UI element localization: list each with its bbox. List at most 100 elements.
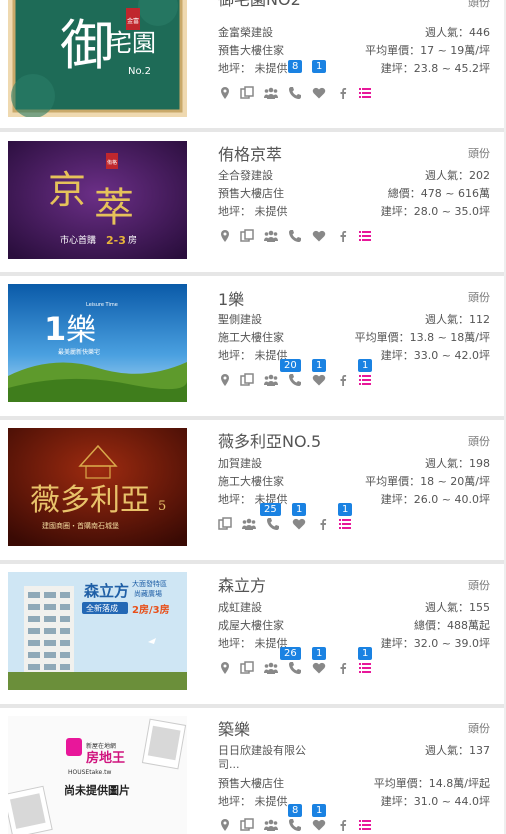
list-icon[interactable]	[358, 373, 372, 387]
seal-text: 金富	[127, 17, 139, 25]
list-icon[interactable]	[358, 229, 372, 243]
favorite-badge: 1	[312, 359, 327, 372]
copy-icon[interactable]	[240, 818, 254, 832]
list-icon[interactable]	[338, 517, 352, 531]
list-badge: 1	[338, 503, 353, 516]
brand-badge: 全新落成	[86, 603, 118, 613]
listing-title[interactable]: 森立方	[218, 572, 266, 596]
facebook-icon[interactable]	[336, 86, 350, 100]
listing-title[interactable]: 侑格京萃	[218, 141, 282, 165]
group-icon[interactable]	[242, 517, 256, 531]
listing-builder-line2: 司...	[218, 758, 240, 771]
listing-card[interactable]: 御 宅園 No.2 金富 御宅園NO2 頭份 金富榮建設 週人氣：446 預售大…	[0, 0, 506, 132]
listing-thumbnail[interactable]: 薇多利亞 5 建國商圈・首購南石城堡	[8, 428, 187, 546]
group-icon[interactable]	[264, 86, 278, 100]
heart-icon[interactable]	[312, 818, 326, 832]
group-icon[interactable]	[264, 661, 278, 675]
list-icon[interactable]	[358, 86, 372, 100]
heart-icon[interactable]	[312, 661, 326, 675]
facebook-icon[interactable]	[336, 373, 350, 387]
listing-card[interactable]: 新屋在地網 房地王 HOUSEtake.tw 尚未提供圖片 築樂 頭份 日日欣建…	[0, 708, 506, 834]
phone-icon[interactable]	[288, 86, 302, 100]
phone-icon[interactable]	[266, 517, 280, 531]
copy-icon[interactable]	[240, 373, 254, 387]
listing-price: 平均單價：14.8萬/坪起	[373, 777, 490, 790]
list-badge: 1	[358, 359, 373, 372]
copy-icon[interactable]	[218, 517, 232, 531]
listing-type: 施工大樓住家	[218, 475, 284, 488]
favorite-badge: 1	[292, 503, 307, 516]
listing-title[interactable]: 1樂	[218, 286, 244, 310]
listing-building-area: 建坪：28.0 ~ 35.0坪	[380, 205, 490, 218]
map-pin-icon[interactable]	[218, 373, 232, 387]
copy-icon[interactable]	[240, 86, 254, 100]
listing-thumbnail[interactable]: 新屋在地網 房地王 HOUSEtake.tw 尚未提供圖片	[8, 716, 187, 834]
listing-card[interactable]: 薇多利亞 5 建國商圈・首購南石城堡 薇多利亞NO.5 頭份 加賀建設 週人氣：…	[0, 420, 506, 564]
listing-title[interactable]: 薇多利亞NO.5	[218, 428, 321, 452]
phone-icon[interactable]	[288, 818, 302, 832]
map-pin-icon[interactable]	[218, 818, 232, 832]
heart-icon[interactable]	[312, 229, 326, 243]
phone-icon[interactable]	[288, 229, 302, 243]
listing-card[interactable]: 森立方 大面發特區 尚藏廣場 全新落成 2房/3房 森立方 頭份 成虹建設 週人…	[0, 564, 506, 708]
listing-location: 頭份	[468, 147, 490, 160]
facebook-icon[interactable]	[336, 661, 350, 675]
listing-location: 頭份	[468, 435, 490, 448]
brand-text: 房地王	[86, 750, 125, 766]
listing-land-area: 地坪： 未提供	[218, 62, 288, 75]
slogan-text: 市心首購	[60, 234, 96, 246]
listing-card[interactable]: 1 樂 Leisure Time 最美麗新快樂宅 1樂 頭份 聖側建設 週人氣：…	[0, 276, 506, 420]
listing-popularity: 週人氣：198	[425, 457, 490, 470]
group-icon[interactable]	[264, 229, 278, 243]
heart-icon[interactable]	[292, 517, 306, 531]
listing-card[interactable]: 京 萃 侑格 市心首購 2-3 房 侑格京萃 頭份 全合發建設 週人氣：202 …	[0, 132, 506, 276]
brand-url: HOUSEtake.tw	[68, 769, 111, 776]
action-icons: 25 1 1	[218, 503, 378, 533]
listing-popularity: 週人氣：155	[425, 601, 490, 614]
list-icon[interactable]	[358, 661, 372, 675]
favorite-badge: 1	[312, 804, 327, 817]
brand-number: No.2	[128, 66, 151, 77]
listing-location: 頭份	[468, 722, 490, 735]
action-icons: 20 1 1	[218, 359, 378, 389]
listing-building-area: 建坪：31.0 ~ 44.0坪	[380, 795, 490, 808]
seal-text: 侑格	[107, 159, 117, 166]
action-icons: 26 1 1	[218, 647, 378, 677]
map-pin-icon[interactable]	[218, 661, 232, 675]
facebook-icon[interactable]	[336, 229, 350, 243]
map-pin-icon[interactable]	[218, 86, 232, 100]
phone-badge: 20	[280, 359, 301, 372]
listing-thumbnail[interactable]: 森立方 大面發特區 尚藏廣場 全新落成 2房/3房	[8, 572, 187, 690]
listing-thumbnail[interactable]: 御 宅園 No.2 金富	[8, 0, 187, 117]
listing-building-area: 建坪：26.0 ~ 40.0坪	[380, 493, 490, 506]
phone-icon[interactable]	[288, 373, 302, 387]
facebook-icon[interactable]	[316, 517, 330, 531]
brand-tagline: 建國商圈・首購南石城堡	[42, 521, 119, 530]
listing-type: 施工大樓住家	[218, 331, 284, 344]
listing-building-area: 建坪：32.0 ~ 39.0坪	[380, 637, 490, 650]
phone-icon[interactable]	[288, 661, 302, 675]
group-icon[interactable]	[264, 373, 278, 387]
listing-price: 平均單價：18 ~ 20萬/坪	[365, 475, 490, 488]
listing-land-area: 地坪： 未提供	[218, 205, 288, 218]
copy-icon[interactable]	[240, 661, 254, 675]
facebook-icon[interactable]	[336, 818, 350, 832]
people-badge: 25	[260, 503, 281, 516]
brand-tagline-en: Leisure Time	[86, 302, 118, 308]
map-pin-icon[interactable]	[218, 229, 232, 243]
group-icon[interactable]	[264, 818, 278, 832]
listing-title[interactable]: 御宅園NO2	[218, 0, 301, 10]
brand-char-2: 萃	[94, 185, 134, 231]
list-icon[interactable]	[358, 818, 372, 832]
brand-char-1: 京	[48, 168, 86, 212]
listing-type: 成屋大樓住家	[218, 619, 284, 632]
heart-icon[interactable]	[312, 373, 326, 387]
copy-icon[interactable]	[240, 229, 254, 243]
listing-thumbnail[interactable]: 1 樂 Leisure Time 最美麗新快樂宅	[8, 284, 187, 402]
listing-price: 總價：488萬起	[414, 619, 490, 632]
listing-thumbnail[interactable]: 京 萃 侑格 市心首購 2-3 房	[8, 141, 187, 259]
heart-icon[interactable]	[312, 86, 326, 100]
listing-builder: 金富榮建設	[218, 26, 273, 39]
brand-text: 森立方	[84, 582, 129, 600]
listing-title[interactable]: 築樂	[218, 716, 250, 740]
